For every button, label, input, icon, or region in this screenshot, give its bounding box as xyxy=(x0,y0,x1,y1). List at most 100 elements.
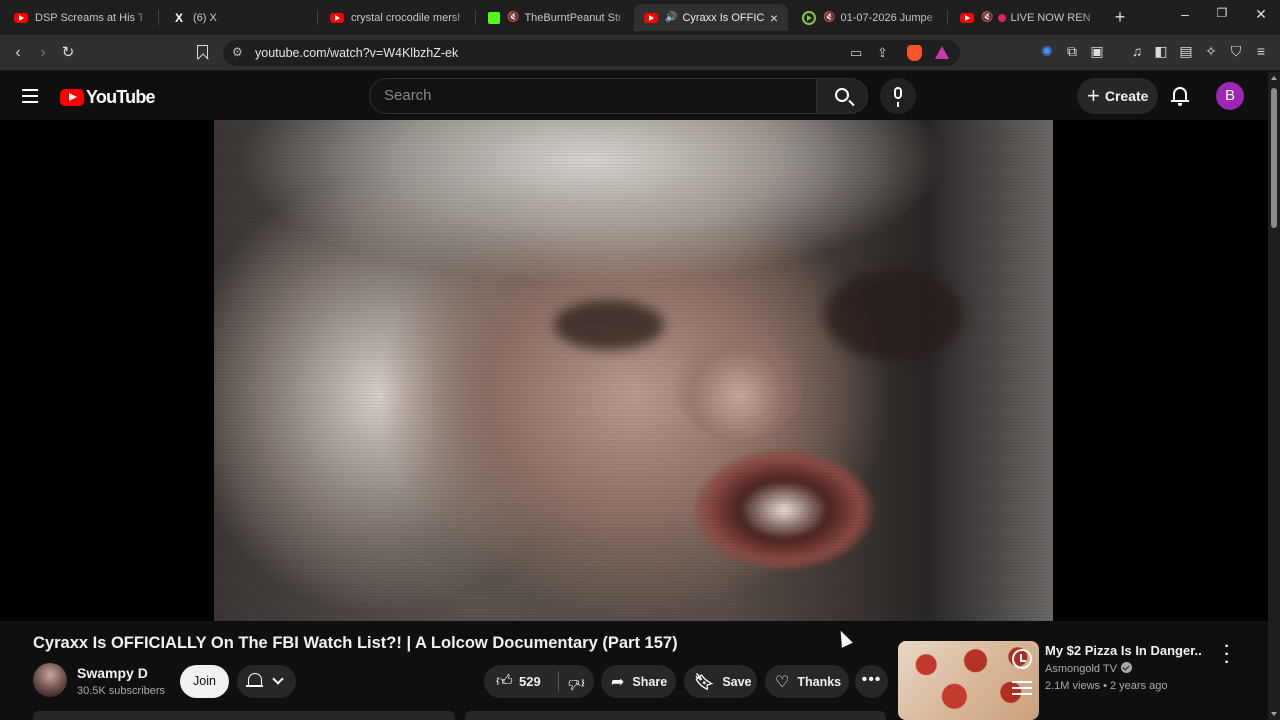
bell-icon xyxy=(246,673,263,687)
muted-speaker-icon[interactable]: 🔇 xyxy=(507,12,519,23)
forward-button[interactable]: › xyxy=(32,42,54,64)
browser-tab[interactable]: X (6) X xyxy=(162,4,312,31)
channel-name[interactable]: Swampy D xyxy=(77,665,148,681)
youtube-logo[interactable]: YouTube xyxy=(60,86,156,107)
share-page-icon[interactable]: ⇪ xyxy=(877,45,888,61)
muted-speaker-icon[interactable]: 🔇 xyxy=(981,12,993,23)
leo-ai-icon[interactable]: ✧ xyxy=(1201,43,1221,60)
description-box[interactable] xyxy=(33,711,455,720)
recommended-more-icon[interactable]: · · · xyxy=(1218,639,1236,671)
description-box-secondary[interactable] xyxy=(465,711,886,720)
tab-title: (6) X xyxy=(193,11,217,24)
wallet-icon[interactable]: ▤ xyxy=(1176,43,1196,60)
channel-avatar[interactable] xyxy=(33,663,67,697)
bookmark-icon[interactable] xyxy=(197,45,208,59)
video-player[interactable] xyxy=(0,120,1268,621)
create-label: Create xyxy=(1104,88,1149,104)
extension-puzzle-blue-icon[interactable]: ✺ xyxy=(1037,43,1057,60)
youtube-icon xyxy=(14,12,28,23)
vpn-icon[interactable]: ⛉ xyxy=(1226,43,1246,60)
verified-badge-icon xyxy=(1120,662,1132,673)
microphone-icon xyxy=(894,87,902,107)
browser-tab[interactable]: 🔇 01-07-2026 Jumped T xyxy=(792,4,942,31)
youtube-icon xyxy=(330,12,344,23)
extensions-icon[interactable]: ⧉ xyxy=(1062,43,1082,60)
scrollbar-thumb[interactable] xyxy=(1271,88,1277,228)
screenshot-icon[interactable]: ▣ xyxy=(1087,43,1107,60)
tab-title: DSP Screams at His TV as xyxy=(35,11,142,24)
watch-later-icon[interactable] xyxy=(1012,649,1032,669)
notifications-bell-icon[interactable] xyxy=(1170,85,1190,107)
share-label: Share xyxy=(632,674,668,689)
tab-title: 01-07-2026 Jumped T xyxy=(840,11,932,24)
page-scrollbar[interactable] xyxy=(1268,72,1280,720)
more-actions-button[interactable]: ••• xyxy=(855,665,888,698)
scroll-down-icon[interactable] xyxy=(1271,712,1277,716)
recommended-title[interactable]: My $2 Pizza Is In Danger.. xyxy=(1045,643,1202,658)
subscriber-count: 30.5K subscribers xyxy=(77,685,166,697)
tab-title: Cyraxx Is OFFICIALL xyxy=(682,11,764,24)
like-dislike-group: 👍︎ 529 👍︎ xyxy=(484,665,594,698)
cast-icon[interactable]: ▭ xyxy=(850,45,862,61)
address-bar[interactable]: ⚙ youtube.com/watch?v=W4KlbzhZ-ek ▭ ⇪ xyxy=(223,40,960,66)
brave-shields-icon[interactable] xyxy=(907,45,922,61)
browser-tab[interactable]: crystal crocodile mersh - Y xyxy=(320,4,470,31)
thanks-button[interactable]: ♡ Thanks xyxy=(765,665,849,698)
search-input[interactable] xyxy=(384,87,804,104)
share-button[interactable]: ➦ Share xyxy=(601,665,676,698)
browser-tab[interactable]: 🔇 TheBurntPeanut Strea xyxy=(478,4,630,31)
guide-menu-icon[interactable] xyxy=(22,89,38,103)
youtube-logo-text: YouTube xyxy=(86,86,156,107)
bookmark-icon: 🔖︎ xyxy=(694,673,715,691)
kick-icon xyxy=(488,11,500,24)
site-info-icon[interactable]: ⚙ xyxy=(232,45,243,59)
video-title: Cyraxx Is OFFICIALLY On The FBI Watch Li… xyxy=(33,634,678,652)
sidebar-icon[interactable]: ◧ xyxy=(1151,43,1171,60)
muted-speaker-icon[interactable]: 🔇 xyxy=(823,12,835,23)
close-window-button[interactable]: ✕ xyxy=(1246,6,1276,23)
url-text[interactable]: youtube.com/watch?v=W4KlbzhZ-ek xyxy=(255,46,458,60)
account-avatar[interactable]: B xyxy=(1216,82,1244,110)
restore-button[interactable]: ❐ xyxy=(1207,6,1237,20)
super-thanks-icon: ♡ xyxy=(775,673,790,691)
video-frame[interactable] xyxy=(214,120,1053,621)
tab-title: crystal crocodile mersh - Y xyxy=(351,11,460,24)
like-button[interactable]: 👍︎ 529 xyxy=(484,665,558,698)
minimize-button[interactable]: – xyxy=(1170,6,1200,22)
youtube-play-icon xyxy=(60,88,84,106)
search-button[interactable] xyxy=(816,78,868,114)
new-tab-button[interactable]: + xyxy=(1110,7,1130,28)
chevron-down-icon xyxy=(272,673,284,685)
brave-rewards-icon[interactable] xyxy=(935,46,949,59)
media-controls-icon[interactable]: ♫ xyxy=(1127,43,1147,59)
add-to-queue-icon[interactable] xyxy=(1012,681,1032,697)
reload-button[interactable]: ↻ xyxy=(57,42,79,64)
youtube-icon xyxy=(960,12,974,23)
thumbs-down-icon: 👍︎ xyxy=(568,674,585,691)
browser-tab-active[interactable]: 🔊 Cyraxx Is OFFICIALL × xyxy=(634,4,788,31)
youtube-header: YouTube + Create B xyxy=(0,72,1268,120)
back-button[interactable]: ‹ xyxy=(7,42,29,64)
tab-title: LIVE NOW RENEE G xyxy=(1010,11,1090,24)
search-box xyxy=(369,78,817,114)
save-button[interactable]: 🔖︎ Save xyxy=(684,665,757,698)
recommended-channel-name: Asmongold TV xyxy=(1045,663,1117,675)
browser-tab[interactable]: 🔇 LIVE NOW RENEE G xyxy=(950,4,1100,31)
voice-search-button[interactable] xyxy=(880,78,916,114)
browser-toolbar: ‹ › ↻ ⚙ youtube.com/watch?v=W4KlbzhZ-ek … xyxy=(0,35,1280,71)
speaker-icon[interactable]: 🔊 xyxy=(665,12,677,23)
subscription-notifications-button[interactable] xyxy=(237,665,296,698)
scroll-up-icon[interactable] xyxy=(1271,76,1277,80)
browser-tab-strip: DSP Screams at His TV as X (6) X crystal… xyxy=(0,0,1280,35)
thumbs-up-icon: 👍︎ xyxy=(496,673,513,690)
dislike-button[interactable]: 👍︎ xyxy=(559,665,594,698)
share-arrow-icon: ➦ xyxy=(611,673,625,691)
recommended-channel[interactable]: Asmongold TV xyxy=(1045,662,1132,675)
x-icon: X xyxy=(174,10,183,25)
create-button[interactable]: + Create xyxy=(1077,78,1158,114)
browser-tab[interactable]: DSP Screams at His TV as xyxy=(4,4,152,31)
close-tab-icon[interactable]: × xyxy=(770,10,778,26)
recommended-thumbnail[interactable] xyxy=(898,641,1039,720)
menu-icon[interactable]: ≡ xyxy=(1251,43,1271,59)
join-button[interactable]: Join xyxy=(180,665,229,698)
